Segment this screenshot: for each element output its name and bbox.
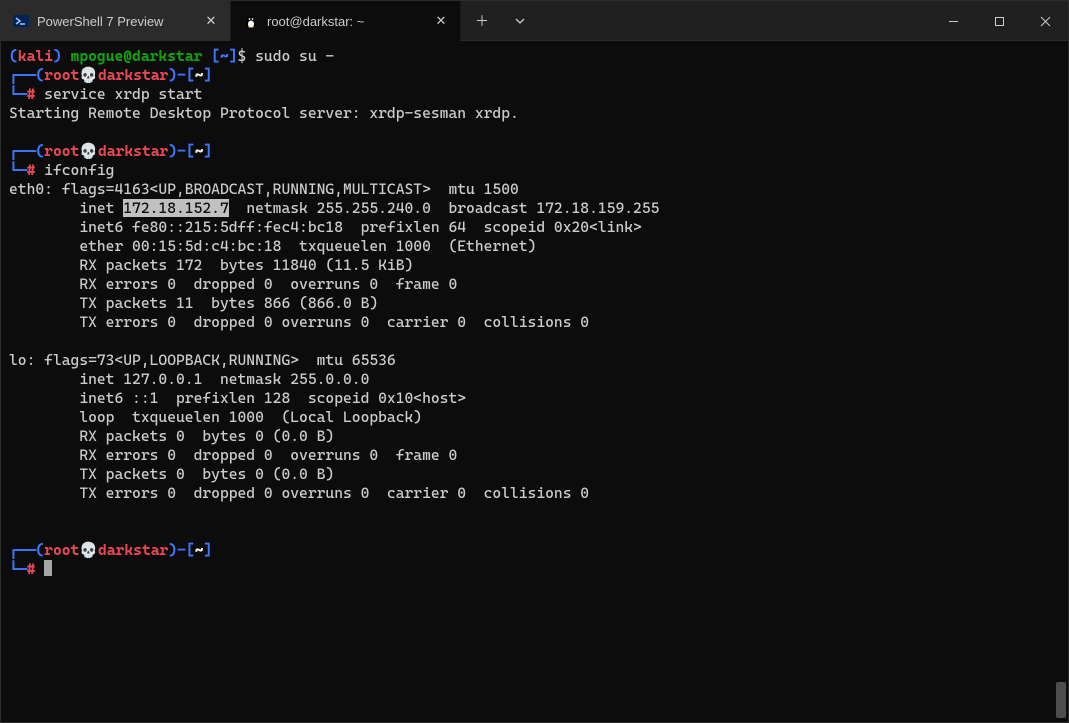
output-line: inet6 ::1 prefixlen 128 scopeid 0x10<hos… [9, 389, 466, 407]
tab-root-darkstar[interactable]: root@darkstar: ~ ✕ [231, 1, 461, 41]
skull-icon: 💀 [79, 541, 98, 559]
prompt-line: (kali) mpogue@darkstar [~]$ sudo su - [9, 47, 334, 65]
close-icon[interactable]: ✕ [432, 12, 450, 30]
tux-icon [243, 13, 259, 29]
titlebar: PowerShell 7 Preview ✕ root@darkstar: ~ … [1, 1, 1068, 41]
new-tab-button[interactable]: ＋ [465, 1, 499, 41]
output-line: Starting Remote Desktop Protocol server:… [9, 104, 519, 122]
output-line: RX packets 172 bytes 11840 (11.5 KiB) [9, 256, 413, 274]
tab-actions: ＋ [461, 1, 537, 40]
output-line: inet 127.0.0.1 netmask 255.0.0.0 [9, 370, 369, 388]
prompt-line: └─# service xrdp start [9, 85, 202, 103]
output-line: RX packets 0 bytes 0 (0.0 B) [9, 427, 334, 445]
output-line: TX errors 0 dropped 0 overruns 0 carrier… [9, 484, 589, 502]
tab-dropdown-button[interactable] [503, 1, 537, 41]
output-line: lo: flags=73<UP,LOOPBACK,RUNNING> mtu 65… [9, 351, 396, 369]
terminal-viewport[interactable]: (kali) mpogue@darkstar [~]$ sudo su - ┌─… [1, 41, 1068, 722]
close-button[interactable] [1022, 1, 1068, 41]
terminal-window: PowerShell 7 Preview ✕ root@darkstar: ~ … [0, 0, 1069, 723]
output-line: RX errors 0 dropped 0 overruns 0 frame 0 [9, 275, 457, 293]
command: ifconfig [44, 161, 114, 179]
prompt-line: ┌──(root💀darkstar)-[~] [9, 541, 212, 559]
tab-label: root@darkstar: ~ [267, 14, 424, 29]
tab-label: PowerShell 7 Preview [37, 14, 194, 29]
prompt-line: └─# ifconfig [9, 161, 114, 179]
tab-strip: PowerShell 7 Preview ✕ root@darkstar: ~ … [1, 1, 537, 40]
output-line: inet6 fe80::215:5dff:fec4:bc18 prefixlen… [9, 218, 642, 236]
selected-text: 172.18.152.7 [123, 199, 228, 217]
scrollbar[interactable] [1054, 41, 1068, 720]
output-line: ether 00:15:5d:c4:bc:18 txqueuelen 1000 … [9, 237, 536, 255]
output-line: TX packets 0 bytes 0 (0.0 B) [9, 465, 334, 483]
output-line: TX packets 11 bytes 866 (866.0 B) [9, 294, 378, 312]
close-icon[interactable]: ✕ [202, 12, 220, 30]
window-controls [930, 1, 1068, 40]
skull-icon: 💀 [79, 142, 98, 160]
prompt-line: ┌──(root💀darkstar)-[~] [9, 66, 212, 84]
output-line: RX errors 0 dropped 0 overruns 0 frame 0 [9, 446, 457, 464]
prompt-line: ┌──(root💀darkstar)-[~] [9, 142, 212, 160]
powershell-icon [13, 13, 29, 29]
minimize-button[interactable] [930, 1, 976, 41]
cursor [44, 560, 52, 576]
output-line: TX errors 0 dropped 0 overruns 0 carrier… [9, 313, 589, 331]
maximize-button[interactable] [976, 1, 1022, 41]
scrollbar-thumb[interactable] [1056, 682, 1066, 718]
output-line: inet 172.18.152.7 netmask 255.255.240.0 … [9, 199, 659, 217]
tab-powershell[interactable]: PowerShell 7 Preview ✕ [1, 1, 231, 41]
prompt-line: └─# [9, 560, 52, 578]
output-line: loop txqueuelen 1000 (Local Loopback) [9, 408, 422, 426]
command: service xrdp start [44, 85, 202, 103]
skull-icon: 💀 [79, 66, 98, 84]
output-line: eth0: flags=4163<UP,BROADCAST,RUNNING,MU… [9, 180, 519, 198]
